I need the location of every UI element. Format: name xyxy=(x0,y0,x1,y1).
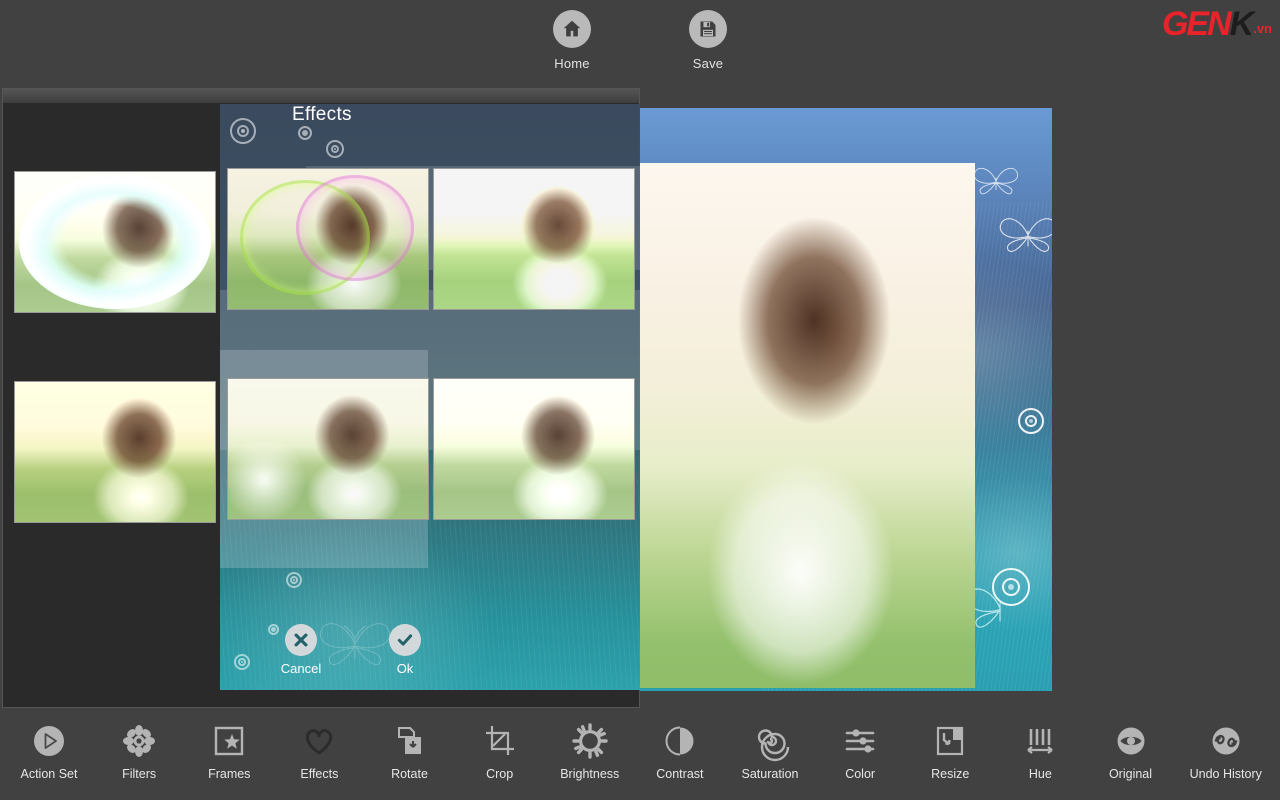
ok-button[interactable]: Ok xyxy=(370,624,440,676)
spiral-icon xyxy=(753,721,790,762)
check-icon xyxy=(389,624,421,656)
preview-canvas[interactable] xyxy=(640,108,1052,691)
tool-label: Action Set xyxy=(20,767,78,781)
dialog-title: Effects xyxy=(292,104,352,125)
tool-label: Hue xyxy=(1028,767,1052,781)
tool-contrast[interactable]: Contrast xyxy=(649,721,711,781)
play-circle-icon xyxy=(32,721,66,761)
tool-label: Effects xyxy=(300,767,339,781)
ring-decoration-icon xyxy=(298,126,312,140)
effect-thumbnail-4-image xyxy=(15,382,215,522)
tool-label: Original xyxy=(1108,767,1153,781)
tool-label: Resize xyxy=(931,767,970,781)
effect-thumbnail-3[interactable] xyxy=(433,168,635,310)
undo-history-icon xyxy=(1209,721,1243,761)
effect-thumbnail-5[interactable] xyxy=(227,378,429,520)
preview-image xyxy=(640,163,975,688)
contrast-icon xyxy=(663,721,697,761)
heart-icon xyxy=(302,721,336,761)
save-button[interactable]: Save xyxy=(663,10,753,71)
effects-dialog: Effects Cancel Ok xyxy=(220,104,640,690)
save-icon xyxy=(689,10,727,48)
tool-label: Brightness xyxy=(560,767,620,781)
top-toolbar: Home Save GEN K .vn xyxy=(0,0,1280,88)
effect-thumbnail-1-image xyxy=(15,172,215,312)
flower-icon xyxy=(122,721,156,761)
ring-decoration-icon xyxy=(1018,408,1044,434)
tool-label: Frames xyxy=(208,767,251,781)
ok-label: Ok xyxy=(396,661,414,676)
effect-thumbnail-1[interactable] xyxy=(14,171,216,313)
tool-frames[interactable]: Frames xyxy=(198,721,260,781)
effect-thumbnail-3-image xyxy=(434,169,634,309)
ring-decoration-icon xyxy=(286,572,302,588)
tool-hue[interactable]: Hue xyxy=(1009,721,1071,781)
butterfly-icon xyxy=(999,218,1052,252)
tool-label: Saturation xyxy=(741,767,799,781)
sun-icon xyxy=(572,721,608,761)
ring-decoration-icon xyxy=(230,118,256,144)
tool-saturation[interactable]: Saturation xyxy=(739,721,801,781)
effect-thumbnail-2[interactable] xyxy=(227,168,429,310)
butterfly-icon xyxy=(974,167,1018,195)
tool-filters[interactable]: Filters xyxy=(108,721,170,781)
dialog-actions: Cancel Ok xyxy=(266,624,440,676)
close-icon xyxy=(285,624,317,656)
effect-thumbnail-6-image xyxy=(434,379,634,519)
logo-gen: GEN xyxy=(1161,5,1232,43)
tool-resize[interactable]: Resize xyxy=(919,721,981,781)
rotate-icon xyxy=(393,721,427,761)
tool-effects[interactable]: Effects xyxy=(288,721,350,781)
ring-decoration-icon xyxy=(992,568,1030,606)
effect-thumbnail-4[interactable] xyxy=(14,381,216,523)
tool-label: Rotate xyxy=(391,767,428,781)
save-label: Save xyxy=(692,56,724,71)
cancel-button[interactable]: Cancel xyxy=(266,624,336,676)
tool-rotate[interactable]: Rotate xyxy=(379,721,441,781)
ring-decoration-icon xyxy=(326,140,344,158)
tool-label: Undo History xyxy=(1189,767,1262,781)
crop-icon xyxy=(483,721,517,761)
cancel-label: Cancel xyxy=(280,661,322,676)
tool-label: Color xyxy=(845,767,876,781)
tool-label: Crop xyxy=(486,767,514,781)
app-root: Home Save GEN K .vn Effects Cancel Ok Ac… xyxy=(0,0,1280,800)
logo-tld: .vn xyxy=(1253,21,1272,36)
tool-brightness[interactable]: Brightness xyxy=(559,721,621,781)
effect-thumbnail-5-image xyxy=(228,379,428,519)
frame-star-icon xyxy=(212,721,246,761)
effect-thumbnail-6[interactable] xyxy=(433,378,635,520)
effect-thumbnail-2-image xyxy=(228,169,428,309)
logo-k: K xyxy=(1229,5,1255,43)
tool-label: Contrast xyxy=(656,767,704,781)
tool-undo-history[interactable]: Undo History xyxy=(1190,721,1262,781)
home-label: Home xyxy=(554,56,590,71)
home-icon xyxy=(553,10,591,48)
top-toolbar-items: Home Save xyxy=(0,10,1280,71)
eye-icon xyxy=(1114,721,1148,761)
bottom-toolbar: Action Set Filters Frames Effects Rotate… xyxy=(0,708,1280,800)
tool-crop[interactable]: Crop xyxy=(469,721,531,781)
panel-titlebar xyxy=(3,89,639,103)
tool-original[interactable]: Original xyxy=(1100,721,1162,781)
hue-bars-icon xyxy=(1023,721,1057,761)
home-button[interactable]: Home xyxy=(527,10,617,71)
sliders-icon xyxy=(843,721,877,761)
genk-logo: GEN K .vn xyxy=(1161,5,1272,43)
tool-label: Filters xyxy=(122,767,157,781)
tool-action-set[interactable]: Action Set xyxy=(18,721,80,781)
tool-color[interactable]: Color xyxy=(829,721,891,781)
ring-decoration-icon xyxy=(234,654,250,670)
resize-icon xyxy=(933,721,967,761)
